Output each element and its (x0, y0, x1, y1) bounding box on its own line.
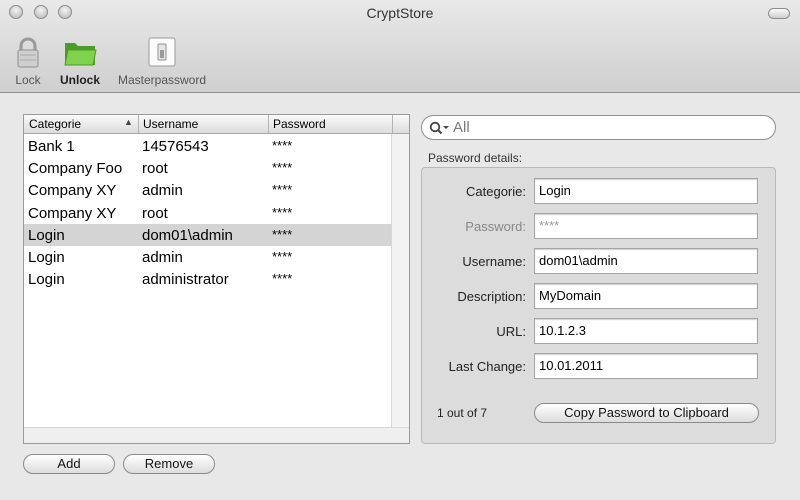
categorie-field[interactable]: Login (534, 178, 758, 204)
cell-categorie: Company XY (28, 182, 117, 199)
table-row[interactable]: Company XY root **** (24, 202, 392, 224)
switch-panel-icon (112, 34, 212, 68)
open-folder-icon (57, 34, 103, 68)
vertical-scrollbar[interactable] (391, 134, 409, 428)
categorie-label: Categorie: (466, 184, 526, 199)
add-button[interactable]: Add (23, 454, 115, 474)
sort-ascending-icon: ▲ (124, 117, 133, 127)
cell-username: root (142, 205, 168, 222)
column-header-categorie[interactable]: Categorie (29, 117, 81, 131)
password-field[interactable]: **** (534, 213, 758, 239)
lock-button[interactable]: Lock (10, 34, 46, 87)
column-divider[interactable] (138, 115, 139, 133)
details-group-label: Password details: (428, 151, 523, 165)
cell-password: **** (272, 271, 293, 286)
last-change-label: Last Change: (448, 359, 526, 374)
record-count: 1 out of 7 (437, 406, 488, 420)
table-row-selected[interactable]: Login dom01\admin **** (24, 224, 392, 246)
url-field[interactable]: 10.1.2.3 (534, 318, 758, 344)
lock-label: Lock (15, 73, 41, 87)
cell-categorie: Bank 1 (28, 138, 75, 155)
cell-password: **** (272, 160, 293, 175)
cell-username: root (142, 160, 168, 177)
username-field[interactable]: dom01\admin (534, 248, 758, 274)
cell-password: **** (272, 249, 293, 264)
username-label: Username: (462, 254, 526, 269)
search-field[interactable]: All (421, 115, 776, 140)
remove-button[interactable]: Remove (123, 454, 215, 474)
table-header: Categorie ▲ Username Password (24, 115, 409, 134)
cell-username: dom01\admin (142, 227, 233, 244)
cell-username: administrator (142, 271, 229, 288)
lock-icon (10, 34, 46, 68)
title-bar: CryptStore Lock Unlock Masterpassword (0, 0, 800, 93)
password-label: Password: (465, 219, 526, 234)
column-header-password[interactable]: Password (273, 117, 326, 131)
description-field[interactable]: MyDomain (534, 283, 758, 309)
url-label: URL: (496, 324, 526, 339)
horizontal-scrollbar[interactable] (24, 427, 409, 443)
table-row[interactable]: Bank 1 14576543 **** (24, 135, 392, 157)
cell-password: **** (272, 182, 293, 197)
cell-password: **** (272, 205, 293, 220)
password-table[interactable]: Categorie ▲ Username Password Bank 1 145… (23, 114, 410, 444)
last-change-field[interactable]: 10.01.2011 (534, 353, 758, 379)
window-title: CryptStore (366, 5, 434, 21)
toolbar-toggle-button[interactable] (768, 8, 790, 19)
app-window: CryptStore Lock Unlock Masterpassword Ca… (0, 0, 800, 500)
cell-username: admin (142, 249, 183, 266)
column-divider (392, 115, 393, 133)
table-row[interactable]: Company XY admin **** (24, 179, 392, 201)
cell-password: **** (272, 138, 293, 153)
cell-categorie: Company XY (28, 205, 117, 222)
masterpassword-label: Masterpassword (117, 73, 207, 87)
column-header-username[interactable]: Username (143, 117, 198, 131)
description-label: Description: (457, 289, 526, 304)
masterpassword-button[interactable]: Masterpassword (112, 34, 212, 87)
search-icon[interactable] (429, 121, 451, 138)
cell-categorie: Login (28, 249, 65, 266)
table-row[interactable]: Login admin **** (24, 246, 392, 268)
unlock-button[interactable]: Unlock (57, 34, 103, 87)
table-row[interactable]: Login administrator **** (24, 268, 392, 290)
cell-username: admin (142, 182, 183, 199)
column-divider[interactable] (268, 115, 269, 133)
cell-username: 14576543 (142, 138, 209, 155)
table-row[interactable]: Company Foo root **** (24, 157, 392, 179)
cell-categorie: Login (28, 227, 65, 244)
cell-password: **** (272, 227, 293, 242)
unlock-label: Unlock (59, 73, 100, 87)
copy-password-button[interactable]: Copy Password to Clipboard (534, 403, 759, 423)
search-placeholder: All (453, 119, 470, 136)
cell-categorie: Company Foo (28, 160, 123, 177)
cell-categorie: Login (28, 271, 65, 288)
